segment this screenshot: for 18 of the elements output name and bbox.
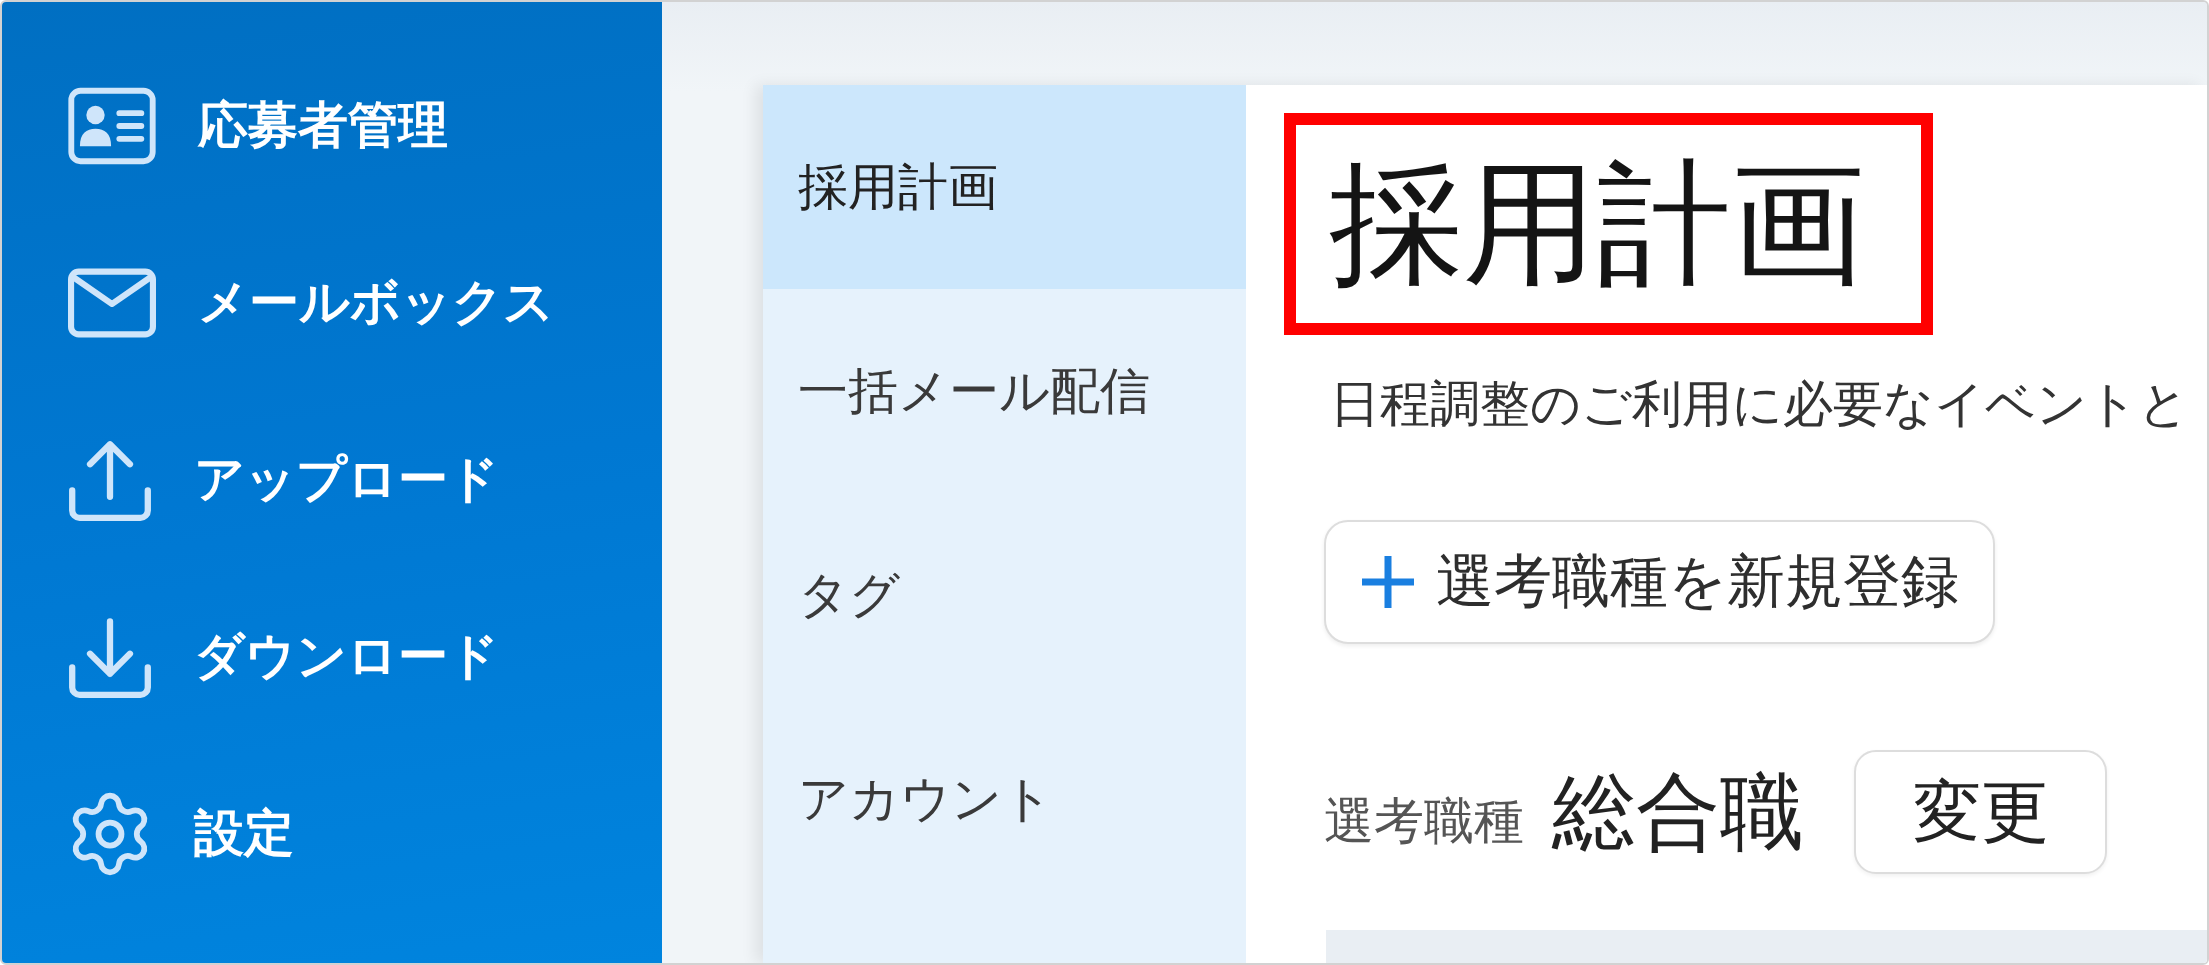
sidebar-item[interactable]: 応募者管理 bbox=[66, 37, 458, 214]
job-type-value: 総合職 bbox=[1552, 770, 1804, 854]
page-description: 日程調整のご利用に必要なイベントと bbox=[1330, 375, 2189, 433]
settings-nav-item[interactable]: タグ bbox=[763, 493, 1246, 697]
settings-nav-item[interactable]: アカウント bbox=[763, 697, 1246, 901]
settings-nav-item[interactable]: 一括メール配信 bbox=[763, 289, 1246, 493]
sidebar-item[interactable]: ダウンロード bbox=[66, 568, 509, 745]
job-type-label: 選考職種 bbox=[1324, 790, 1524, 852]
settings-nav-item[interactable]: 採用計画 bbox=[763, 85, 1246, 289]
plus-icon bbox=[1360, 554, 1416, 610]
sidebar-item[interactable]: アップロード bbox=[66, 391, 509, 568]
sidebar-item[interactable]: メールボックス bbox=[66, 214, 564, 391]
page-title: 採用計画 bbox=[1329, 145, 1865, 303]
add-job-type-button[interactable]: 選考職種を新規登録 bbox=[1324, 520, 1995, 644]
mail-icon bbox=[68, 267, 156, 338]
change-button[interactable]: 変更 bbox=[1854, 750, 2107, 874]
sidebar-item[interactable]: 設定 bbox=[66, 745, 304, 922]
id-card-icon bbox=[68, 86, 156, 165]
